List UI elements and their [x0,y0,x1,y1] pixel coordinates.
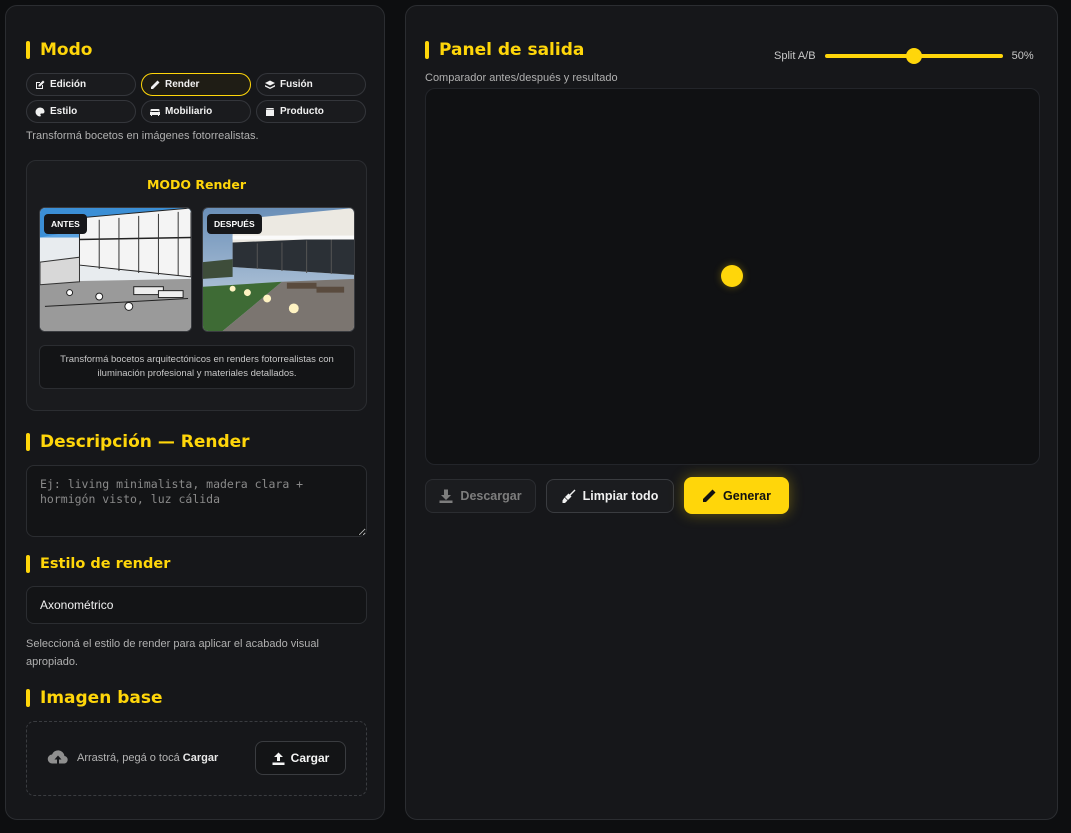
title-accent-bar [26,689,30,707]
layers-icon [265,80,275,89]
mode-button-producto[interactable]: Producto [256,100,366,123]
render-style-select[interactable]: Axonométrico [26,586,367,624]
before-thumbnail: ANTES [39,207,192,332]
pencil-icon [151,80,160,89]
mode-button-label: Producto [280,106,324,117]
mode-section-title: Modo [26,40,92,60]
clear-all-button-label: Limpiar todo [582,489,659,503]
base-image-title-text: Imagen base [40,688,163,708]
mode-button-label: Render [165,79,200,90]
pencil-icon [703,489,716,502]
mode-button-label: Estilo [50,106,78,117]
loading-indicator [721,265,743,287]
description-section-title: Descripción — Render [26,432,250,452]
mode-hint: Transformá bocetos en imágenes fotorreal… [26,130,259,142]
mode-button-label: Edición [50,79,87,90]
edit-icon [36,80,45,89]
mode-button-label: Fusión [280,79,313,90]
title-accent-bar [26,433,30,451]
slider-thumb[interactable] [905,48,922,64]
upload-button-label: Cargar [290,751,330,765]
dropzone-text: Arrastrá, pegá o tocá Cargar [47,749,218,767]
preview-title: MODO Render [146,177,246,192]
title-accent-bar [26,555,30,573]
mode-selector: Edición Render Fusión Estilo Mobiliario … [26,73,367,123]
output-title-text: Panel de salida [439,40,585,60]
output-section-title: Panel de salida [425,40,584,60]
upload-button[interactable]: Cargar [255,741,346,775]
base-image-section-title: Imagen base [26,688,163,708]
box-icon [266,107,274,116]
render-style-selected-value: Axonométrico [40,598,114,612]
render-style-title-text: Estilo de render [40,556,171,572]
before-badge: ANTES [44,214,87,234]
after-thumbnail: DESPUÉS [202,207,355,332]
palette-icon [35,107,45,116]
title-accent-bar [425,41,429,59]
split-control: Split A/B 50% [774,47,1034,65]
split-label: Split A/B [774,50,816,62]
image-dropzone[interactable]: Arrastrá, pegá o tocá Cargar Cargar [26,721,367,796]
sofa-icon [150,108,160,116]
output-comparator-area[interactable] [425,88,1040,465]
render-style-hint: Seleccioná el estilo de render para apli… [26,638,319,668]
mode-title-text: Modo [40,40,93,60]
download-button-label: Descargar [460,489,522,503]
mode-button-fusion[interactable]: Fusión [256,73,366,96]
left-panel: Modo Edición Render Fusión Estilo Mobili… [5,5,385,820]
clear-all-button[interactable]: Limpiar todo [546,479,674,513]
download-button[interactable]: Descargar [425,479,536,513]
preview-description: Transformá bocetos arquitectónicos en re… [39,345,355,389]
description-textarea[interactable] [26,465,367,537]
description-title-text: Descripción — Render [40,432,250,452]
mode-button-label: Mobiliario [165,106,213,117]
generate-button-label: Generar [723,488,771,503]
output-subtitle: Comparador antes/después y resultado [425,72,618,84]
dropzone-label: Arrastrá, pegá o tocá [77,752,180,764]
upload-icon [272,752,285,765]
split-slider[interactable] [824,47,1003,65]
dropzone-label-bold: Cargar [182,752,219,764]
download-icon [439,489,453,503]
after-badge: DESPUÉS [207,214,262,234]
generate-button[interactable]: Generar [684,477,789,514]
mode-preview-card: MODO Render ANTES DESPUÉS Transformá boc… [26,160,367,411]
broom-icon [562,489,576,503]
output-panel: Panel de salida Comparador antes/después… [405,5,1058,820]
mode-button-estilo[interactable]: Estilo [26,100,136,123]
mode-button-render[interactable]: Render [141,73,251,96]
title-accent-bar [26,41,30,59]
split-value: 50% [1011,50,1034,62]
mode-button-mobiliario[interactable]: Mobiliario [141,100,251,123]
cloud-upload-icon [47,750,68,764]
render-style-section-title: Estilo de render [26,555,170,573]
mode-button-edicion[interactable]: Edición [26,73,136,96]
